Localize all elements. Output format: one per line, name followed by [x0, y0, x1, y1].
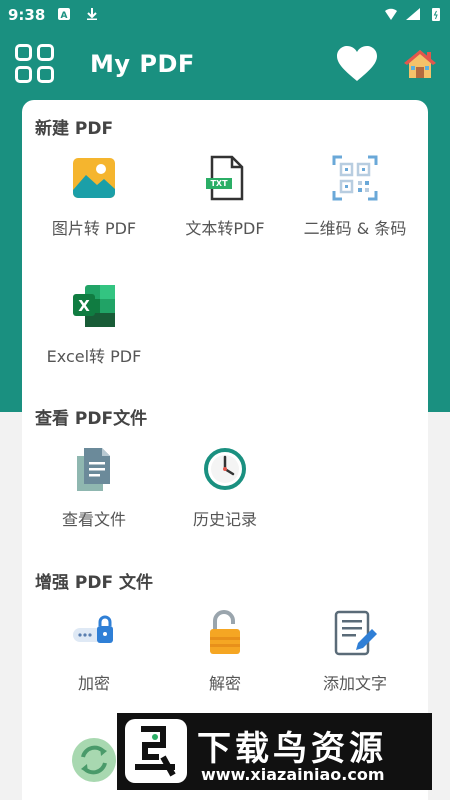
- excel-icon: X: [71, 283, 117, 329]
- clock-icon: [202, 446, 248, 492]
- qrcode-barcode-label: 二维码 & 条码: [303, 219, 407, 238]
- battery-icon: [432, 8, 440, 21]
- add-text-button[interactable]: 添加文字: [290, 610, 420, 694]
- watermark-title: 下载鸟资源: [197, 729, 387, 769]
- decrypt-button[interactable]: 解密: [160, 610, 290, 694]
- qrcode-icon: [332, 155, 378, 201]
- home-icon[interactable]: [403, 48, 437, 80]
- text-to-pdf-button[interactable]: TXT 文本转PDF: [160, 155, 290, 239]
- section-title-view: 查看 PDF文件: [35, 409, 148, 429]
- signal-icon: [385, 8, 397, 20]
- watermark-url: www.xiazainiao.com: [201, 765, 385, 784]
- history-button[interactable]: 历史记录: [160, 446, 290, 530]
- grid-menu-icon[interactable]: [15, 44, 55, 84]
- svg-text:A: A: [61, 11, 68, 20]
- history-label: 历史记录: [192, 510, 257, 529]
- cellular-icon: [406, 8, 420, 20]
- app-title: My PDF: [90, 50, 195, 78]
- encrypt-button[interactable]: 加密: [29, 610, 159, 694]
- text-to-pdf-label: 文本转PDF: [185, 219, 265, 238]
- download-icon: [87, 8, 97, 20]
- status-time: 9:38: [8, 6, 46, 24]
- rotate-icon: [71, 737, 117, 783]
- unlock-icon: [202, 610, 248, 656]
- bird-logo-icon: [125, 719, 187, 783]
- heart-icon[interactable]: [337, 46, 377, 82]
- app-bar: My PDF: [0, 30, 450, 100]
- image-icon: [71, 155, 117, 201]
- image-to-pdf-label: 图片转 PDF: [51, 219, 137, 238]
- documents-icon: [71, 446, 117, 492]
- status-bar: 9:38 A: [0, 0, 450, 30]
- txt-file-icon: TXT: [202, 155, 248, 201]
- qrcode-barcode-button[interactable]: 二维码 & 条码: [290, 155, 420, 239]
- image-to-pdf-button[interactable]: 图片转 PDF: [29, 155, 159, 239]
- svg-text:X: X: [78, 297, 90, 315]
- section-title-enhance: 增强 PDF 文件: [35, 573, 154, 593]
- encrypt-label: 加密: [77, 674, 110, 693]
- view-files-label: 查看文件: [61, 510, 126, 529]
- excel-to-pdf-label: Excel转 PDF: [46, 347, 142, 366]
- excel-to-pdf-button[interactable]: X Excel转 PDF: [29, 283, 159, 367]
- watermark-banner: 下载鸟资源 www.xiazainiao.com: [117, 713, 432, 790]
- section-title-create: 新建 PDF: [35, 119, 114, 139]
- add-text-label: 添加文字: [322, 674, 387, 693]
- txt-badge: TXT: [210, 179, 228, 188]
- password-lock-icon: [71, 610, 117, 656]
- edit-document-icon: [332, 610, 378, 656]
- view-files-button[interactable]: 查看文件: [29, 446, 159, 530]
- a-notification-icon: A: [58, 8, 70, 20]
- decrypt-label: 解密: [208, 674, 241, 693]
